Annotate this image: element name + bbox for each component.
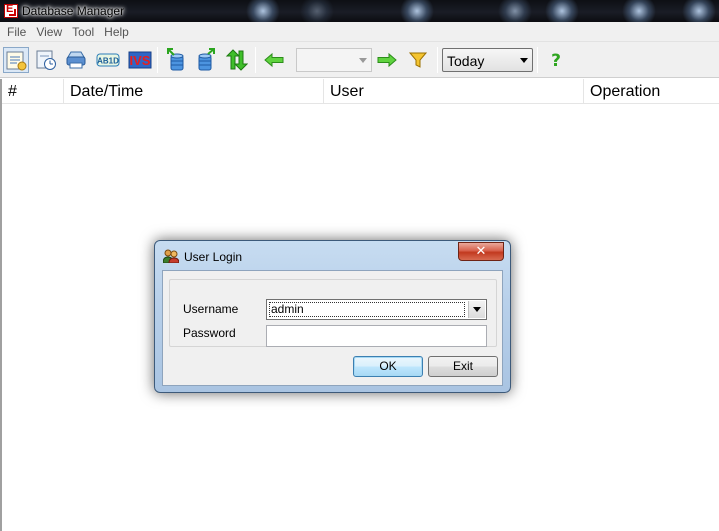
database-import-icon [198,48,215,71]
chevron-down-icon [520,58,528,63]
svg-text:AB1D: AB1D [97,57,119,66]
database-export-icon [167,48,184,71]
dialog-content: Username admin Password OK Exit [162,270,503,386]
menu-bar: File View Tool Help [0,22,719,42]
close-icon: ✕ [475,244,487,259]
sync-button[interactable] [223,47,249,73]
dialog-title: User Login [184,250,243,264]
credentials-group: Username admin Password [169,279,497,347]
password-field[interactable] [266,325,487,347]
menu-tool[interactable]: Tool [67,22,99,42]
record-list-button[interactable] [3,47,29,73]
record-list-icon [6,51,27,71]
sync-arrows-icon [225,49,248,71]
database-export-button[interactable] [163,47,189,73]
print-button[interactable] [63,47,89,73]
ivs-icon: IVS [128,51,152,69]
filter-button[interactable] [405,47,431,73]
database-import-button[interactable] [193,47,219,73]
close-button[interactable]: ✕ [458,242,504,261]
username-value: admin [269,302,465,317]
exit-button[interactable]: Exit [428,356,498,377]
schedule-button[interactable] [33,47,59,73]
username-select[interactable]: admin [266,299,487,320]
chevron-down-icon [359,58,367,63]
title-bar[interactable]: Database Manager [0,0,719,22]
menu-file[interactable]: File [2,22,31,42]
schedule-clock-icon [36,50,56,70]
menu-view[interactable]: View [31,22,67,42]
svg-text:IVS: IVS [130,53,151,68]
printer-icon [66,51,86,69]
period-select[interactable]: Today [442,48,533,72]
arrow-left-icon [264,52,284,68]
menu-help[interactable]: Help [99,22,134,42]
toolbar: AB1D IVS Today ? [0,42,719,78]
filter-icon [408,52,428,68]
period-select-value: Today [447,53,485,69]
chevron-down-icon[interactable] [468,301,485,318]
ab-text-button[interactable]: AB1D [95,47,121,73]
help-button[interactable]: ? [543,47,569,73]
ab-text-icon: AB1D [96,53,120,67]
password-label: Password [183,326,236,340]
svg-text:?: ? [551,51,561,70]
users-icon [163,249,179,263]
ok-button[interactable]: OK [353,356,423,377]
help-question-icon: ? [551,51,561,70]
user-login-dialog[interactable]: User Login ✕ Username admin Password OK … [154,240,511,393]
window-title: Database Manager [22,4,125,18]
column-header-operation[interactable]: Operation [584,79,719,104]
list-header: # Date/Time User Operation [2,79,719,104]
column-header-datetime[interactable]: Date/Time [64,79,324,104]
column-header-user[interactable]: User [324,79,584,104]
next-button[interactable] [374,47,400,73]
username-label: Username [183,302,239,316]
ivs-button[interactable]: IVS [127,47,153,73]
column-header-number[interactable]: # [2,79,64,104]
range-combo[interactable] [296,48,372,72]
app-logo-icon [4,3,18,18]
arrow-right-icon [377,52,397,68]
previous-button[interactable] [261,47,287,73]
